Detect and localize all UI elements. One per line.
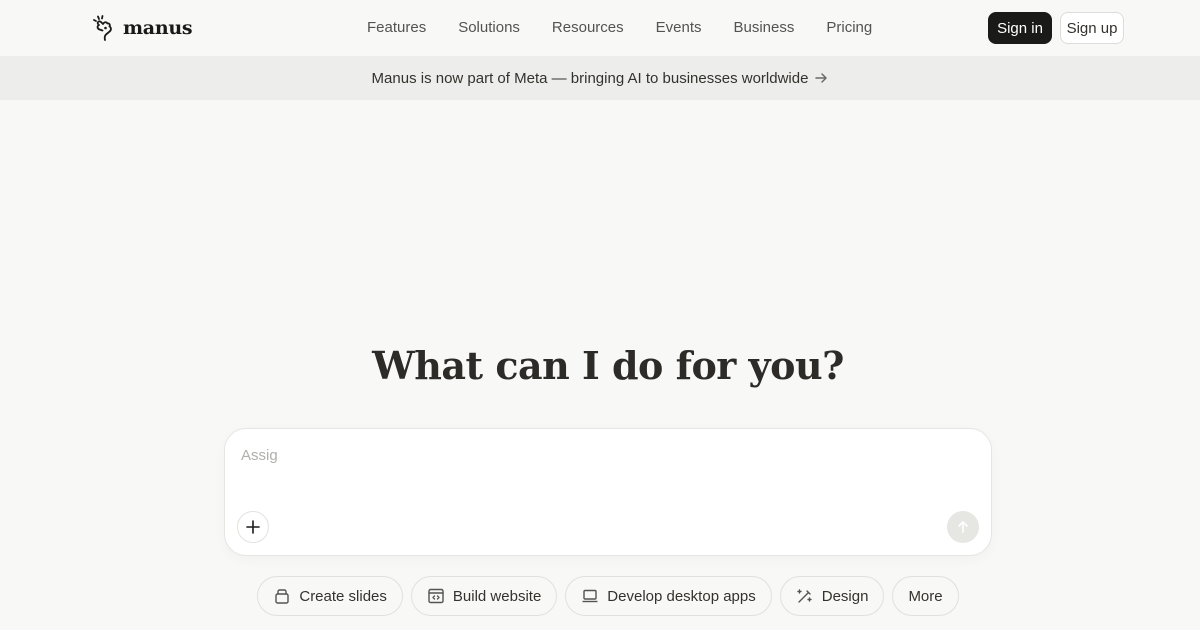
- send-button[interactable]: [947, 511, 979, 543]
- chip-label: More: [908, 587, 943, 605]
- nav-link-resources[interactable]: Resources: [536, 18, 640, 38]
- chip-label: Develop desktop apps: [607, 587, 756, 605]
- plus-icon: [246, 520, 260, 534]
- laptop-icon: [582, 589, 598, 603]
- sign-in-button[interactable]: Sign in: [988, 12, 1052, 44]
- arrow-up-icon: [958, 521, 968, 533]
- nav-link-features[interactable]: Features: [351, 18, 442, 38]
- banner-text: Manus is now part of Meta — bringing AI …: [371, 69, 809, 87]
- nav-link-business[interactable]: Business: [717, 18, 810, 38]
- chip-create-slides[interactable]: Create slides: [257, 576, 403, 616]
- nav-links: Features Solutions Resources Events Busi…: [351, 18, 888, 38]
- chip-build-website[interactable]: Build website: [410, 576, 558, 616]
- website-icon: [428, 588, 444, 604]
- announcement-banner[interactable]: Manus is now part of Meta — bringing AI …: [0, 56, 1200, 100]
- nav-link-pricing[interactable]: Pricing: [810, 18, 888, 38]
- chip-develop-desktop-apps[interactable]: Develop desktop apps: [565, 576, 772, 616]
- brand-logo[interactable]: manus: [93, 14, 193, 42]
- arrow-right-icon: [814, 71, 828, 85]
- chip-label: Build website: [452, 587, 542, 605]
- chip-design[interactable]: Design: [779, 576, 885, 616]
- slides-icon: [275, 589, 290, 604]
- quick-actions: Create slides Build website Develop desk…: [0, 576, 1200, 616]
- nav-link-solutions[interactable]: Solutions: [442, 18, 536, 38]
- top-navigation: manus Features Solutions Resources Event…: [0, 0, 1200, 56]
- chip-label: Create slides: [299, 587, 387, 605]
- chip-more[interactable]: More: [892, 576, 959, 616]
- task-input[interactable]: [241, 443, 941, 467]
- design-icon: [797, 589, 812, 603]
- add-attachment-button[interactable]: [237, 511, 269, 543]
- sign-up-button[interactable]: Sign up: [1060, 12, 1124, 44]
- brand-name: manus: [123, 17, 193, 39]
- task-composer: [224, 428, 992, 556]
- chip-label: Design: [821, 587, 869, 605]
- hero-heading: What can I do for you?: [372, 343, 844, 388]
- manus-hand-icon: [93, 15, 112, 41]
- nav-link-events[interactable]: Events: [640, 18, 718, 38]
